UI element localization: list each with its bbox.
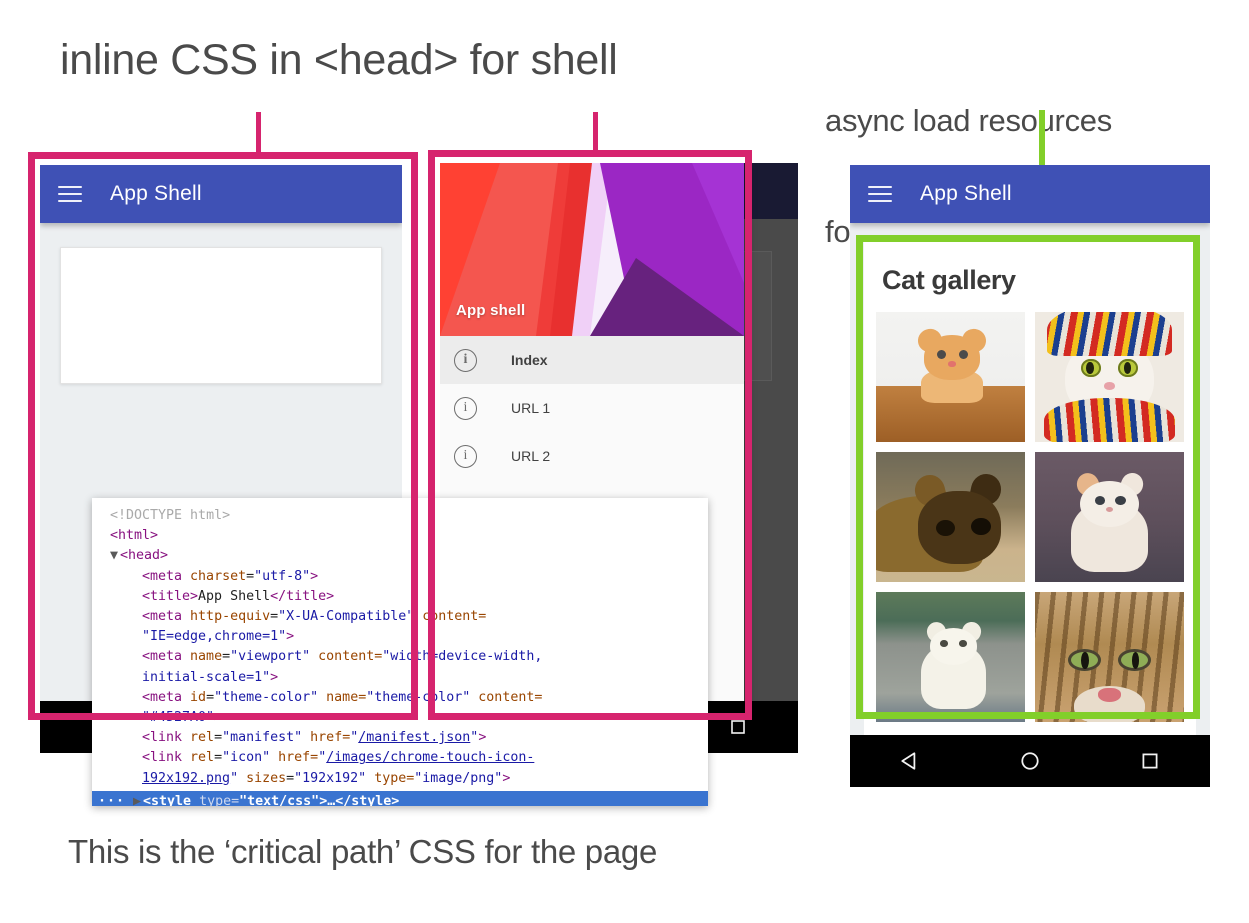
caption-async-load-line1: async load resources bbox=[825, 102, 1167, 139]
back-triangle-icon[interactable] bbox=[899, 750, 921, 772]
hamburger-icon[interactable] bbox=[58, 185, 82, 203]
caption-critical-path: This is the ‘critical path’ CSS for the … bbox=[68, 832, 657, 872]
code-line-link-icon: <link rel="icon" href="/images/chrome-to… bbox=[92, 748, 708, 768]
code-line-style-selected[interactable]: ··· ▶ <style type="text/css">…</style> bbox=[92, 791, 708, 806]
app-bar-right: App Shell bbox=[850, 165, 1210, 223]
icon-link-cont[interactable]: 192x192.png bbox=[142, 771, 230, 786]
android-nav-bar-right bbox=[850, 735, 1210, 787]
icon-link[interactable]: /images/chrome-touch-icon- bbox=[326, 750, 534, 765]
connector-line-left bbox=[256, 112, 261, 154]
app-bar-left: App Shell bbox=[40, 165, 402, 223]
hamburger-icon[interactable] bbox=[868, 185, 892, 203]
app-bar-title: App Shell bbox=[110, 182, 202, 206]
recents-square-icon[interactable] bbox=[728, 717, 748, 737]
slide-canvas: inline CSS in <head> for shell async loa… bbox=[0, 0, 1249, 923]
recents-square-icon[interactable] bbox=[1139, 750, 1161, 772]
home-circle-icon[interactable] bbox=[1019, 750, 1041, 772]
code-line-link-icon-cont: 192x192.png" sizes="192x192" type="image… bbox=[92, 769, 708, 789]
annotation-box-app-shell bbox=[28, 152, 418, 720]
drawer-header-label: App shell bbox=[456, 302, 525, 319]
caption-inline-css: inline CSS in <head> for shell bbox=[60, 34, 618, 86]
collapse-arrow-icon[interactable]: ▶ bbox=[133, 792, 143, 806]
app-bar-title: App Shell bbox=[920, 182, 1012, 206]
code-line-link-manifest: <link rel="manifest" href="/manifest.jso… bbox=[92, 728, 708, 748]
connector-line-middle bbox=[593, 112, 598, 154]
manifest-link[interactable]: /manifest.json bbox=[358, 730, 470, 745]
annotation-box-async-view bbox=[856, 235, 1200, 719]
overflow-dots-icon[interactable]: ··· bbox=[92, 792, 133, 806]
annotation-box-nav-drawer bbox=[428, 150, 752, 720]
